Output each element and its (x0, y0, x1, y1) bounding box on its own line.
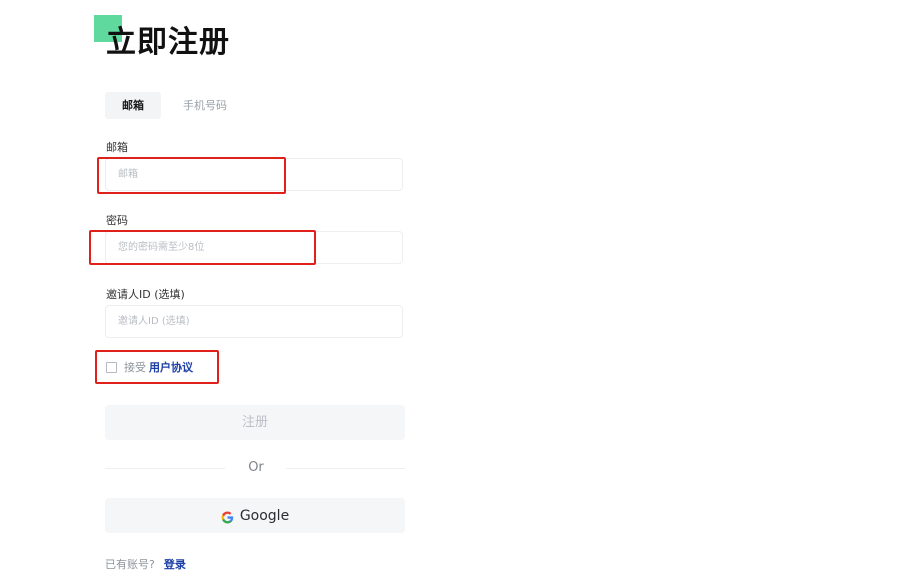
google-button-label: Google (239, 507, 290, 524)
google-icon (221, 509, 234, 524)
divider-line-left (105, 468, 225, 469)
password-field-container (105, 231, 403, 264)
inviter-id-field-container (105, 305, 403, 338)
agreement-prefix: 接受 (124, 361, 146, 374)
divider-line-right (286, 468, 405, 469)
register-button[interactable]: 注册 (105, 405, 405, 440)
password-label: 密码 (106, 214, 128, 227)
login-link[interactable]: 登录 (164, 556, 186, 572)
or-divider-label: Or (248, 460, 264, 475)
page-title: 立即注册 (106, 25, 230, 60)
user-agreement-link[interactable]: 用户协议 (149, 359, 193, 375)
email-field-container (105, 158, 403, 191)
inviter-id-label: 邀请人ID (选填) (106, 288, 185, 301)
login-prompt-row: 已有账号? 登录 (105, 556, 186, 572)
email-label: 邮箱 (106, 141, 128, 154)
agreement-row: 接受 用户协议 (106, 359, 193, 375)
login-prompt-text: 已有账号? (105, 558, 155, 571)
tab-phone[interactable]: 手机号码 (161, 92, 244, 119)
google-signin-button[interactable]: Google (105, 498, 405, 533)
signup-method-tabs: 邮箱 手机号码 (105, 92, 244, 119)
password-field[interactable] (106, 232, 402, 263)
inviter-id-field[interactable] (106, 306, 402, 337)
agreement-checkbox[interactable] (106, 361, 117, 373)
email-field[interactable] (106, 159, 402, 190)
tab-email[interactable]: 邮箱 (105, 92, 161, 119)
